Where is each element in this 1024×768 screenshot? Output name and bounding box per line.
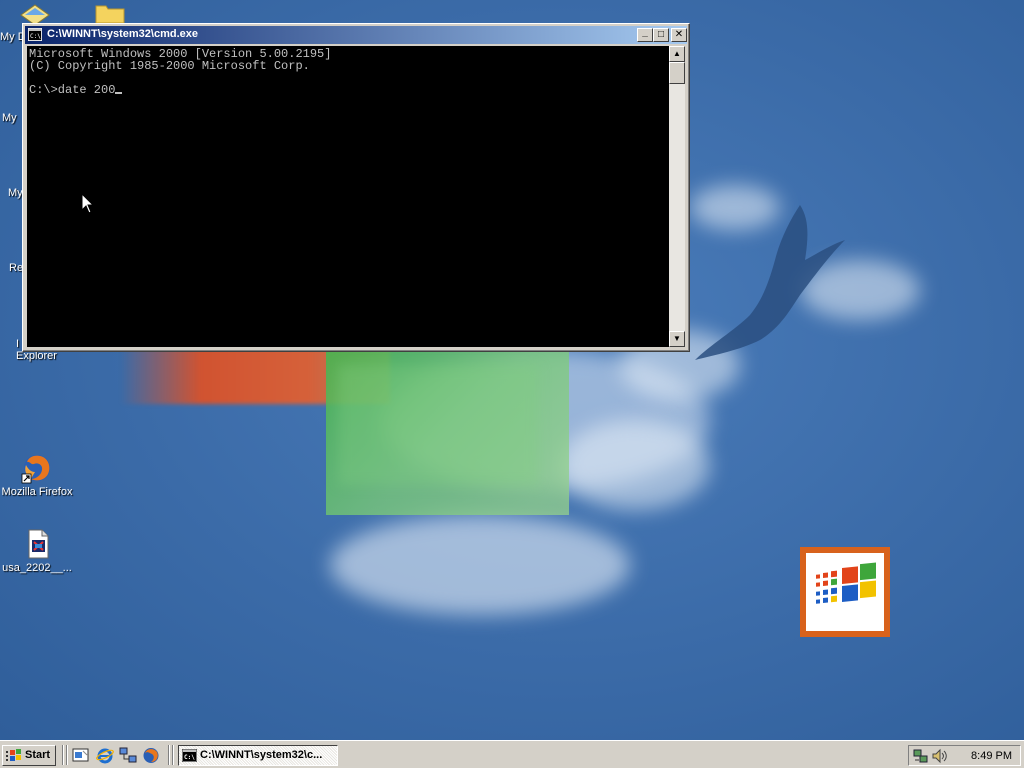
wallpaper-figure [695,205,845,360]
console-line: (C) Copyright 1985-2000 Microsoft Corp. [29,59,310,73]
window-titlebar[interactable]: C:\ C:\WINNT\system32\cmd.exe _ □ ✕ [25,26,687,44]
text-cursor [115,92,123,94]
firefox-icon[interactable] [142,747,160,764]
console-output[interactable]: Microsoft Windows 2000 [Version 5.00.219… [27,46,669,347]
taskbar-button-cmd[interactable]: C:\ C:\WINNT\system32\c... [178,745,338,766]
start-button[interactable]: Start [2,745,56,766]
minimize-button[interactable]: _ [637,27,653,42]
vertical-scrollbar[interactable]: ▲ ▼ [669,46,685,347]
cmd-icon: C:\ [182,749,197,762]
taskbar-separator [172,745,174,765]
minimize-icon: _ [642,27,648,38]
taskbar-separator [62,745,64,765]
taskbar: Start C:\ C:\WINNT\system32\c... 8:49 PM [0,740,1024,768]
window-title: C:\WINNT\system32\cmd.exe [47,28,198,40]
system-tray: 8:49 PM [908,745,1021,766]
scroll-thumb[interactable] [669,62,685,84]
mouse-pointer-icon [82,194,94,214]
maximize-icon: □ [657,29,665,40]
taskbar-button-label: C:\WINNT\system32\c... [200,749,323,761]
network-icon[interactable] [119,747,137,764]
media-file-icon [28,529,49,559]
desktop-icon-label: usa_2202__... [2,562,72,574]
svg-text:C:\: C:\ [184,754,195,761]
show-desktop-icon[interactable] [72,747,90,764]
cmd-window[interactable]: C:\ C:\WINNT\system32\cmd.exe _ □ ✕ Micr… [22,23,690,352]
close-icon: ✕ [674,29,684,40]
network-connection-icon[interactable] [913,748,929,764]
arrow-up-icon: ▲ [673,49,681,58]
taskbar-separator [66,745,68,765]
console-prompt-line: C:\>date 200 [29,83,116,97]
firefox-icon [21,455,50,484]
scroll-up-button[interactable]: ▲ [669,46,685,62]
svg-text:C:\: C:\ [30,33,41,40]
windows-flag-icon [6,749,21,761]
taskbar-separator [168,745,170,765]
desktop-icon-label: Mozilla Firefox [1,486,73,498]
desktop-icon-media-file[interactable]: usa_2202__... [0,528,74,574]
arrow-down-icon: ▼ [673,334,681,343]
clock[interactable]: 8:49 PM [971,750,1012,762]
cmd-icon: C:\ [28,28,42,41]
folder-icon [95,5,125,23]
desktop-icon-firefox[interactable]: Mozilla Firefox [0,452,74,498]
close-button[interactable]: ✕ [671,28,687,42]
start-label: Start [25,749,51,761]
windows-logo-image [800,547,890,637]
scroll-down-button[interactable]: ▼ [669,331,685,347]
desktop-icon-folder[interactable] [80,3,140,25]
volume-icon[interactable] [931,748,947,764]
maximize-button[interactable]: □ [653,28,669,42]
internet-explorer-icon[interactable] [96,747,114,764]
